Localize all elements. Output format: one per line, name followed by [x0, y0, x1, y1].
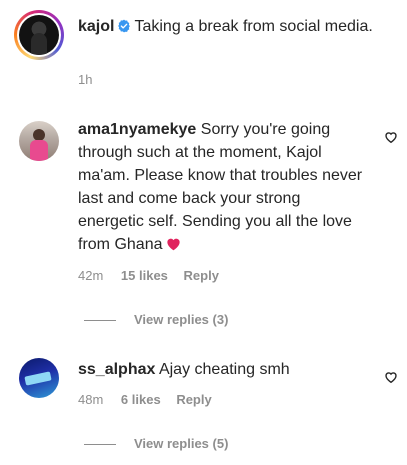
post-author-username[interactable]: kajol	[78, 18, 114, 35]
comment-text: ama1nyamekye Sorry you're going through …	[78, 118, 368, 256]
post-author-avatar[interactable]	[14, 10, 64, 60]
comment-timestamp: 42m	[78, 268, 104, 283]
avatar-photo	[19, 15, 59, 55]
comment-timestamp: 48m	[78, 392, 104, 407]
comment-meta: 42m 15 likes Reply	[78, 268, 219, 283]
red-heart-emoji-icon	[167, 238, 181, 251]
comment-likes-count[interactable]: 15 likes	[121, 268, 168, 283]
caption-text: kajol Taking a break from social media.	[78, 16, 378, 38]
verified-badge-icon	[118, 19, 131, 33]
reply-button[interactable]: Reply	[176, 392, 211, 407]
replies-divider	[84, 320, 116, 322]
view-replies-label: View replies (5)	[134, 436, 229, 451]
view-replies-button[interactable]: View replies (3)	[84, 312, 228, 327]
view-replies-button[interactable]: View replies (5)	[84, 436, 228, 451]
commenter-avatar[interactable]	[19, 358, 59, 398]
comment-meta: 48m 6 likes Reply	[78, 392, 212, 407]
like-comment-heart-icon[interactable]	[384, 130, 398, 144]
comment-text: ss_alphax Ajay cheating smh	[78, 358, 368, 381]
comment-body: Ajay cheating smh	[158, 361, 290, 378]
comment-body: Sorry you're going through such at the m…	[78, 121, 363, 253]
commenter-username[interactable]: ss_alphax	[78, 361, 155, 378]
like-comment-heart-icon[interactable]	[384, 370, 398, 384]
replies-divider	[84, 444, 116, 446]
caption-body: Taking a break from social media.	[134, 18, 373, 35]
commenter-avatar[interactable]	[19, 121, 59, 161]
caption-timestamp: 1h	[78, 72, 93, 87]
comment-likes-count[interactable]: 6 likes	[121, 392, 161, 407]
view-replies-label: View replies (3)	[134, 312, 229, 327]
commenter-username[interactable]: ama1nyamekye	[78, 121, 196, 138]
reply-button[interactable]: Reply	[184, 268, 219, 283]
